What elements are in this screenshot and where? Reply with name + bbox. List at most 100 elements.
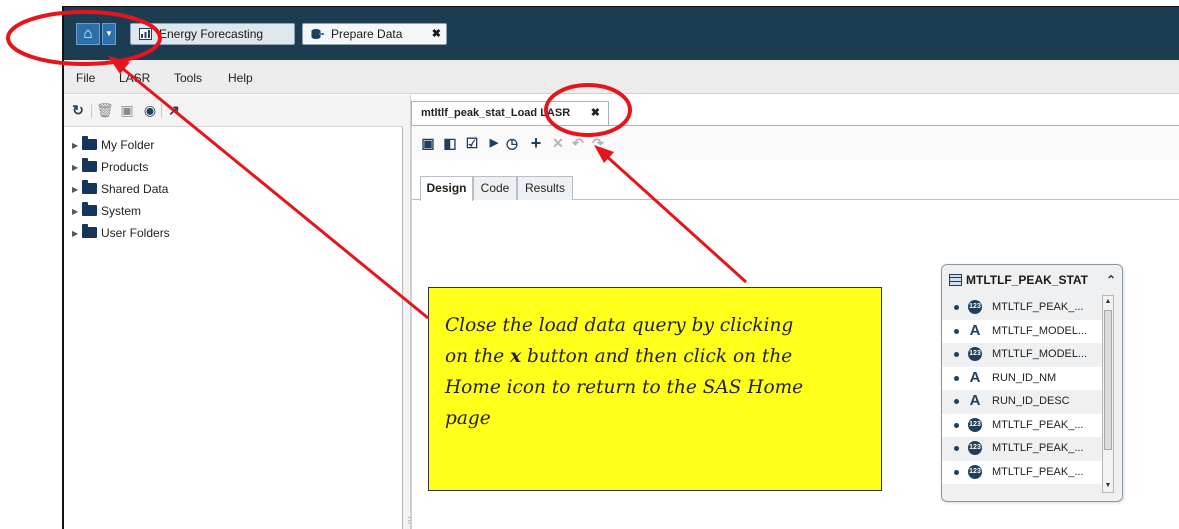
document-tab-label: mtltlf_peak_stat_Load LASR bbox=[421, 107, 571, 119]
instruction-callout: Close the load data query by clicking on… bbox=[428, 287, 882, 491]
character-column-icon: A bbox=[969, 392, 981, 409]
numeric-column-icon: 123 bbox=[968, 464, 982, 479]
expand-arrow-icon[interactable]: ▶ bbox=[72, 180, 82, 200]
callout-line: Home icon to return to the SAS Home bbox=[445, 377, 804, 398]
column-name: MTLTLF_PEAK_... bbox=[992, 442, 1084, 454]
close-icon[interactable]: ✖ bbox=[591, 102, 600, 124]
table-column-row[interactable]: 123 MTLTLF_PEAK_... bbox=[942, 413, 1102, 437]
numeric-column-icon: 123 bbox=[968, 417, 982, 432]
folder-icon bbox=[82, 180, 97, 195]
tab-results[interactable]: Results bbox=[517, 176, 573, 200]
table-node[interactable]: MTLTLF_PEAK_STAT ⌃ 123 MTLTLF_PEAK_... A MT… bbox=[941, 264, 1123, 502]
tree-item-shared-data[interactable]: ▶ Shared Data bbox=[72, 179, 168, 199]
bullet-icon bbox=[954, 446, 959, 451]
save-as-icon[interactable]: ◧ bbox=[442, 135, 458, 151]
schedule-icon[interactable]: ◷ bbox=[504, 135, 520, 151]
app-tab-energy-forecasting[interactable]: Energy Forecasting bbox=[130, 23, 295, 45]
scrollbar[interactable]: ▲ ▼ bbox=[1102, 295, 1114, 493]
callout-x-mark: x bbox=[510, 346, 522, 367]
bullet-icon bbox=[954, 352, 959, 357]
table-node-header[interactable]: MTLTLF_PEAK_STAT ⌃ bbox=[942, 265, 1122, 295]
tree-item-my-folder[interactable]: ▶ My Folder bbox=[72, 135, 154, 155]
remove-icon[interactable]: ✕ bbox=[550, 135, 566, 151]
callout-line: on the x button and then click on the bbox=[445, 341, 867, 372]
column-name: RUN_ID_DESC bbox=[992, 395, 1070, 407]
run-icon[interactable]: ▶ bbox=[486, 135, 502, 151]
folder-icon bbox=[82, 158, 97, 173]
callout-text: button and then click on the bbox=[521, 346, 793, 367]
column-name: MTLTLF_MODEL... bbox=[992, 348, 1088, 360]
menu-bar: File LASR Tools Help bbox=[64, 60, 1179, 94]
panel-splitter[interactable] bbox=[403, 95, 411, 529]
table-column-row[interactable]: 123 MTLTLF_PEAK_... bbox=[942, 460, 1102, 484]
column-name: RUN_ID_NM bbox=[992, 371, 1057, 384]
tree-item-label: User Folders bbox=[101, 226, 170, 240]
folder-icon bbox=[82, 224, 97, 239]
numeric-column-icon: 123 bbox=[968, 347, 982, 361]
tree-item-label: My Folder bbox=[101, 138, 155, 152]
expand-arrow-icon[interactable]: ▶ bbox=[72, 136, 82, 156]
numeric-column-icon: 123 bbox=[968, 441, 982, 455]
bullet-icon bbox=[954, 422, 959, 428]
home-icon[interactable]: ⌂ bbox=[76, 23, 100, 45]
numeric-column-icon: 123 bbox=[968, 300, 982, 314]
save-icon[interactable]: ▣ bbox=[420, 135, 436, 151]
tab-design[interactable]: Design bbox=[420, 176, 473, 201]
table-column-row[interactable]: 123 MTLTLF_MODEL... bbox=[942, 343, 1102, 366]
search-icon[interactable]: ◉ bbox=[142, 102, 158, 118]
scroll-down-icon[interactable]: ▼ bbox=[1103, 480, 1113, 492]
column-name: MTLTLF_MODEL... bbox=[992, 324, 1088, 337]
app-tab-label: Prepare Data bbox=[331, 27, 403, 41]
character-column-icon: A bbox=[969, 321, 981, 339]
add-icon[interactable]: + bbox=[528, 134, 544, 152]
bullet-icon bbox=[954, 328, 959, 334]
properties-icon[interactable]: ▣ bbox=[119, 102, 135, 118]
close-icon[interactable]: ✖ bbox=[432, 24, 441, 44]
tree-item-system[interactable]: ▶ System bbox=[72, 201, 141, 221]
menu-help[interactable]: Help bbox=[228, 71, 253, 85]
redo-icon[interactable]: ↷ bbox=[590, 135, 606, 151]
app-tab-prepare-data[interactable]: Prepare Data ✖ bbox=[302, 23, 447, 45]
table-column-row[interactable]: A RUN_ID_DESC bbox=[942, 390, 1102, 413]
home-menu-chevron-icon[interactable]: ▼ bbox=[102, 23, 116, 45]
tree-item-products[interactable]: ▶ Products bbox=[72, 157, 148, 177]
export-icon[interactable]: ↗ bbox=[166, 102, 182, 118]
tree-item-label: System bbox=[101, 204, 142, 218]
scroll-up-icon[interactable]: ▲ bbox=[1103, 296, 1113, 308]
callout-line: page bbox=[445, 408, 491, 429]
tab-code[interactable]: Code bbox=[473, 176, 517, 200]
tree-item-label: Shared Data bbox=[101, 182, 169, 196]
refresh-icon[interactable]: ↻ bbox=[70, 102, 86, 118]
menu-lasr[interactable]: LASR bbox=[119, 71, 150, 85]
view-tabs: Design Code Results bbox=[412, 170, 1179, 201]
callout-line: Close the load data query by clicking bbox=[445, 315, 794, 336]
expand-arrow-icon[interactable]: ▶ bbox=[72, 158, 82, 178]
table-node-title: MTLTLF_PEAK_STAT bbox=[966, 273, 1088, 287]
document-toolbar: ▣ ◧ ☑ ▶ ◷ + ✕ ↶ ↷ bbox=[412, 126, 1179, 160]
validate-icon[interactable]: ☑ bbox=[464, 135, 480, 151]
toolbar-divider bbox=[91, 104, 92, 118]
delete-icon[interactable]: 🗑 bbox=[96, 102, 114, 118]
table-column-row[interactable]: A RUN_ID_NM bbox=[942, 366, 1102, 390]
folder-icon bbox=[82, 202, 97, 217]
chevron-up-icon[interactable]: ⌃ bbox=[1106, 265, 1116, 295]
expand-arrow-icon[interactable]: ▶ bbox=[72, 202, 82, 222]
expand-arrow-icon[interactable]: ▶ bbox=[72, 224, 82, 244]
column-name: MTLTLF_PEAK_... bbox=[992, 465, 1084, 478]
scrollbar-thumb[interactable] bbox=[1104, 310, 1112, 450]
menu-file[interactable]: File bbox=[76, 71, 95, 85]
bullet-icon bbox=[954, 399, 959, 404]
prepare-data-icon bbox=[311, 29, 324, 39]
column-name: MTLTLF_PEAK_... bbox=[992, 301, 1084, 313]
folders-panel: ↻ 🗑 ▣ ◉ ↗ ▶ My Folder ▶ Products ▶ Shared D… bbox=[64, 95, 403, 529]
menu-tools[interactable]: Tools bbox=[174, 71, 202, 85]
table-column-row[interactable]: 123 MTLTLF_PEAK_... bbox=[942, 437, 1102, 460]
table-column-row[interactable]: 123 MTLTLF_PEAK_... bbox=[942, 296, 1102, 319]
table-column-row[interactable]: A MTLTLF_MODEL... bbox=[942, 319, 1102, 343]
tree-item-user-folders[interactable]: ▶ User Folders bbox=[72, 223, 170, 243]
document-tab[interactable]: mtltlf_peak_stat_Load LASR ✖ bbox=[411, 101, 609, 125]
undo-icon[interactable]: ↶ bbox=[570, 135, 586, 151]
app-top-bar: ⌂ ▼ Energy Forecasting Prepare Data ✖ bbox=[64, 7, 1179, 60]
app-tab-label: Energy Forecasting bbox=[159, 27, 264, 41]
folder-icon bbox=[82, 136, 97, 151]
